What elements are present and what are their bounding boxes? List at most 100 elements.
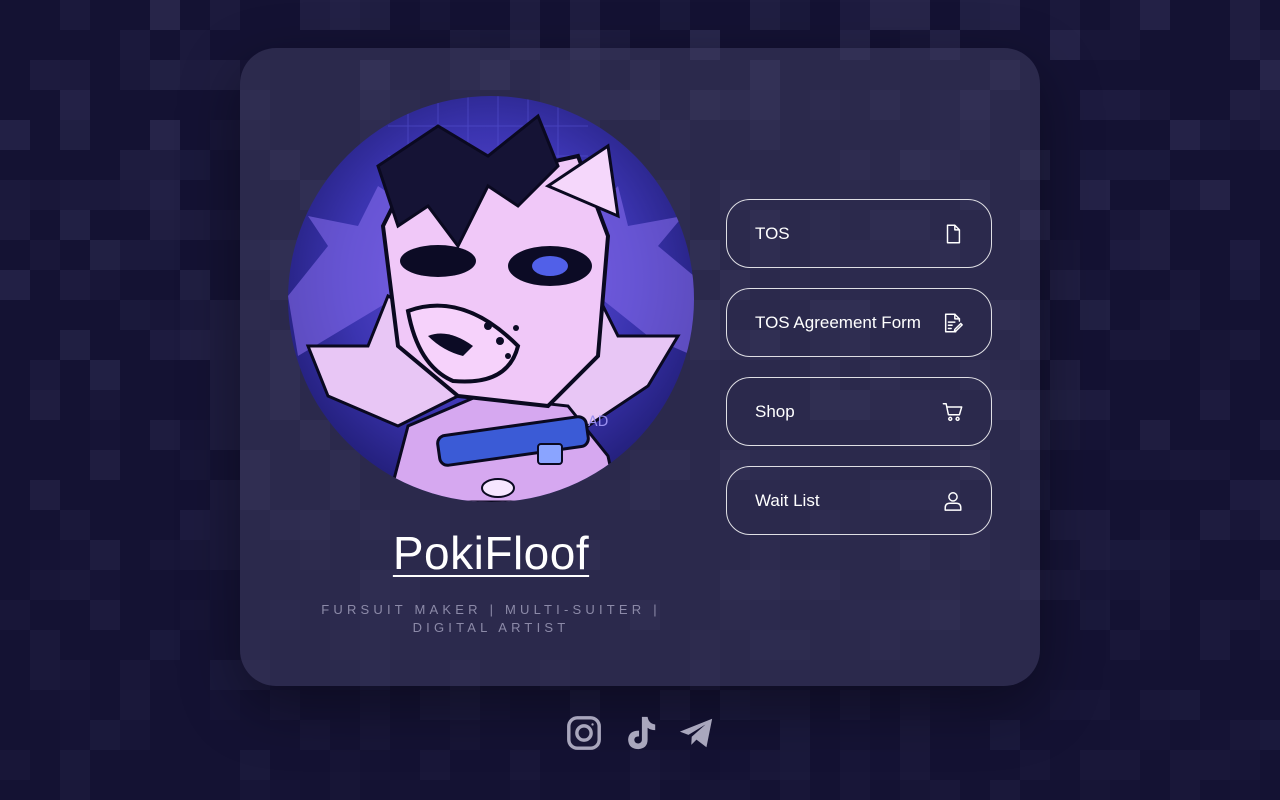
bg-pixel — [390, 780, 420, 800]
bg-pixel — [90, 180, 120, 210]
bg-pixel — [120, 300, 150, 330]
bg-pixel — [150, 60, 180, 90]
link-button-shop[interactable]: Shop — [726, 377, 992, 446]
bg-pixel — [0, 120, 30, 150]
tagline-line-2: DIGITAL ARTIST — [412, 620, 570, 635]
bg-pixel — [150, 0, 180, 30]
bg-pixel — [1200, 330, 1230, 360]
bg-pixel — [1110, 210, 1140, 240]
bg-pixel — [1260, 720, 1280, 750]
bg-pixel — [60, 180, 90, 210]
bg-pixel — [120, 690, 150, 720]
bg-pixel — [840, 720, 870, 750]
bg-pixel — [1260, 510, 1280, 540]
bg-pixel — [1050, 570, 1080, 600]
bg-pixel — [30, 390, 60, 420]
bg-pixel — [1140, 720, 1170, 750]
bg-pixel — [210, 540, 240, 570]
bg-pixel — [570, 780, 600, 800]
bg-pixel — [1080, 30, 1110, 60]
instagram-link[interactable] — [564, 712, 604, 754]
bg-pixel — [1260, 420, 1280, 450]
bg-pixel — [1080, 540, 1110, 570]
bg-pixel — [30, 660, 60, 690]
bg-pixel — [780, 780, 810, 800]
bg-pixel — [1230, 330, 1260, 360]
bg-pixel — [0, 210, 30, 240]
bg-pixel — [120, 60, 150, 90]
bg-pixel — [1200, 120, 1230, 150]
bg-pixel — [210, 480, 240, 510]
bg-pixel — [1080, 420, 1110, 450]
bg-pixel — [60, 780, 90, 800]
bg-pixel — [1170, 450, 1200, 480]
bg-pixel — [930, 780, 960, 800]
avatar-illustration: AD — [288, 96, 694, 502]
tagline-line-1: FURSUIT MAKER | MULTI-SUITER | — [321, 602, 661, 617]
link-button-tos[interactable]: TOS — [726, 199, 992, 268]
bg-pixel — [900, 750, 930, 780]
bg-pixel — [1230, 0, 1260, 30]
bg-pixel — [60, 720, 90, 750]
tiktok-icon — [628, 716, 656, 750]
bg-pixel — [840, 0, 870, 30]
bg-pixel — [510, 0, 540, 30]
bg-pixel — [1230, 780, 1260, 800]
bg-pixel — [210, 420, 240, 450]
bg-pixel — [210, 120, 240, 150]
bg-pixel — [420, 750, 450, 780]
bg-pixel — [150, 540, 180, 570]
bg-pixel — [0, 750, 30, 780]
bg-pixel — [1230, 120, 1260, 150]
bg-pixel — [1080, 690, 1110, 720]
bg-pixel — [450, 720, 480, 750]
bg-pixel — [150, 630, 180, 660]
bg-pixel — [90, 450, 120, 480]
bg-pixel — [1140, 690, 1170, 720]
bg-pixel — [60, 330, 90, 360]
bg-pixel — [210, 330, 240, 360]
bg-pixel — [930, 690, 960, 720]
bg-pixel — [90, 720, 120, 750]
bg-pixel — [570, 0, 600, 30]
bg-pixel — [120, 30, 150, 60]
bg-pixel — [90, 270, 120, 300]
link-label-tos-agreement-form: TOS Agreement Form — [755, 312, 921, 332]
bg-pixel — [180, 540, 210, 570]
avatar-watermark: AD — [588, 414, 608, 430]
bg-pixel — [1080, 600, 1110, 630]
bg-pixel — [60, 690, 90, 720]
telegram-link[interactable] — [676, 712, 716, 754]
bg-pixel — [90, 240, 120, 270]
bg-pixel — [1170, 300, 1200, 330]
bg-pixel — [1140, 420, 1170, 450]
bg-pixel — [1140, 570, 1170, 600]
profile-name[interactable]: PokiFloof — [288, 526, 694, 580]
bg-pixel — [30, 60, 60, 90]
bg-pixel — [450, 690, 480, 720]
bg-pixel — [1200, 450, 1230, 480]
link-button-tos-agreement-form[interactable]: TOS Agreement Form — [726, 288, 992, 357]
bg-pixel — [1170, 270, 1200, 300]
link-button-wait-list[interactable]: Wait List — [726, 466, 992, 535]
bg-pixel — [150, 180, 180, 210]
bg-pixel — [1080, 300, 1110, 330]
bg-pixel — [1230, 600, 1260, 630]
bg-pixel — [1050, 0, 1080, 30]
tiktok-link[interactable] — [620, 712, 660, 754]
bg-pixel — [0, 600, 30, 630]
bg-pixel — [1140, 600, 1170, 630]
bg-pixel — [1140, 240, 1170, 270]
bg-pixel — [0, 180, 30, 210]
bg-pixel — [1140, 510, 1170, 540]
bg-pixel — [1110, 330, 1140, 360]
bg-pixel — [1170, 540, 1200, 570]
file-icon — [941, 222, 965, 246]
bg-pixel — [60, 510, 90, 540]
bg-pixel — [1110, 450, 1140, 480]
bg-pixel — [210, 360, 240, 390]
bg-pixel — [1200, 600, 1230, 630]
bg-pixel — [270, 690, 300, 720]
bg-pixel — [1050, 510, 1080, 540]
bg-pixel — [60, 210, 90, 240]
